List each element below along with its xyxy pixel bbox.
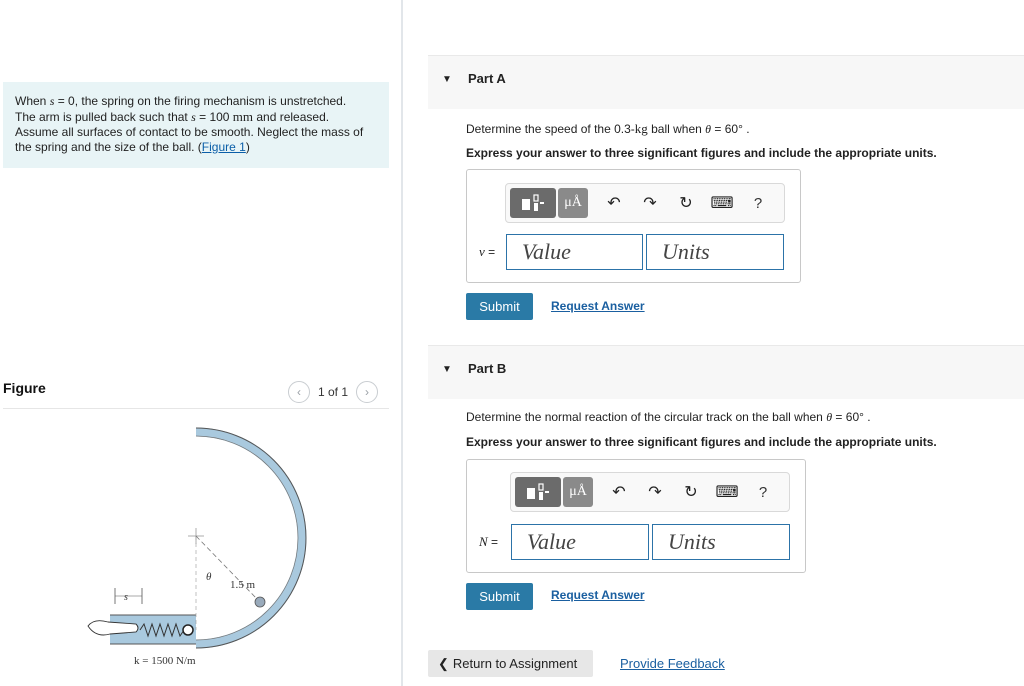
part-title: Part B (468, 361, 507, 376)
circular-track (195, 427, 307, 649)
text: = 100 (195, 110, 233, 124)
reset-icon[interactable]: ↻ (668, 193, 704, 213)
figure-link[interactable]: Figure 1 (202, 140, 246, 154)
variable-label: N = (479, 534, 498, 550)
provide-feedback-link[interactable]: Provide Feedback (620, 656, 725, 671)
part-b-header[interactable]: ▼ Part B (428, 345, 1024, 399)
text: and released. (253, 110, 330, 124)
figure-pager: ‹ 1 of 1 › (288, 381, 379, 403)
return-label: Return to Assignment (452, 656, 578, 671)
chevron-left-icon[interactable]: ‹ (288, 381, 310, 403)
left-pane: When s = 0, the spring on the firing mec… (0, 0, 402, 686)
templates-icon[interactable] (510, 188, 556, 218)
pane-divider (401, 0, 403, 686)
text: = 60° . (711, 122, 750, 136)
keyboard-icon[interactable]: ⌨ (704, 193, 740, 213)
text: The arm is pulled back such that (15, 110, 192, 124)
units-button[interactable]: μÅ (563, 477, 593, 507)
help-button[interactable]: ? (745, 484, 781, 501)
equals: = (487, 535, 499, 549)
return-to-assignment-button[interactable]: ❮ Return to Assignment (428, 650, 593, 677)
units-input[interactable]: Units (646, 234, 784, 270)
track-inner-edge (195, 435, 299, 641)
problem-line-3: Assume all surfaces of contact to be smo… (15, 125, 364, 139)
problem-line-1: When s = 0, the spring on the firing mec… (15, 94, 379, 109)
submit-button[interactable]: Submit (466, 583, 533, 610)
text: Determine the speed of the 0.3- (466, 122, 635, 136)
text: Determine the normal reaction of the cir… (466, 410, 827, 424)
text: When (15, 94, 50, 108)
ball (254, 596, 266, 608)
unit-mm: mm (232, 109, 254, 124)
text: ) (245, 140, 250, 154)
var-n: N (479, 534, 488, 549)
undo-icon[interactable]: ↶ (601, 482, 637, 502)
problem-statement: When s = 0, the spring on the firing mec… (3, 82, 389, 168)
s-label: s (124, 592, 128, 603)
plunger-ball (182, 624, 194, 636)
units-button[interactable]: μÅ (558, 188, 588, 218)
chevron-left-icon: ❮ (438, 655, 449, 671)
value-input[interactable]: Value (511, 524, 649, 560)
templates-icon[interactable] (515, 477, 561, 507)
keyboard-icon[interactable]: ⌨ (709, 482, 745, 502)
divider (3, 408, 389, 409)
spring-constant-label: k = 1500 N/m (134, 655, 196, 667)
chevron-right-icon[interactable]: › (356, 381, 379, 403)
part-b-answer-box: μÅ ↶ ↷ ↻ ⌨ ? N = Value Units (466, 459, 806, 573)
radius-label: 1.5 m (230, 579, 256, 591)
undo-icon[interactable]: ↶ (596, 193, 632, 213)
part-a-header[interactable]: ▼ Part A (428, 55, 1024, 109)
part-a-answer-box: μÅ ↶ ↷ ↻ ⌨ ? v = Value Units (466, 169, 801, 283)
theta-label: θ (206, 571, 212, 583)
equals: = (484, 245, 496, 259)
figure-title: Figure (3, 380, 46, 396)
part-a-instruction: Express your answer to three significant… (466, 146, 937, 160)
redo-icon[interactable]: ↷ (632, 193, 668, 213)
submit-button[interactable]: Submit (466, 293, 533, 320)
part-title: Part A (468, 71, 506, 86)
help-button[interactable]: ? (740, 195, 776, 212)
figure-count: 1 of 1 (318, 385, 349, 399)
text: ball when (647, 122, 706, 136)
part-b-question: Determine the normal reaction of the cir… (466, 410, 871, 425)
part-b-instruction: Express your answer to three significant… (466, 435, 937, 449)
request-answer-link[interactable]: Request Answer (551, 299, 645, 313)
math-toolbar: μÅ ↶ ↷ ↻ ⌨ ? (510, 472, 790, 512)
collapse-triangle-icon[interactable]: ▼ (442, 74, 452, 85)
text: the spring and the size of the ball. ( (15, 140, 202, 154)
text: = 0, the spring on the firing mechanism … (54, 94, 347, 108)
problem-line-2: The arm is pulled back such that s = 100… (15, 109, 379, 125)
units-input[interactable]: Units (652, 524, 790, 560)
figure-diagram: θ 1.5 m s k = 1500 N/m (87, 427, 307, 667)
reset-icon[interactable]: ↻ (673, 482, 709, 502)
redo-icon[interactable]: ↷ (637, 482, 673, 502)
problem-line-4: the spring and the size of the ball. (Fi… (15, 140, 379, 155)
value-input[interactable]: Value (506, 234, 643, 270)
part-a-question: Determine the speed of the 0.3-kg ball w… (466, 121, 750, 137)
request-answer-link[interactable]: Request Answer (551, 588, 645, 602)
variable-label: v = (479, 244, 495, 260)
unit-kg: kg (634, 121, 648, 136)
math-toolbar: μÅ ↶ ↷ ↻ ⌨ ? (505, 183, 785, 223)
text: = 60° . (832, 410, 871, 424)
collapse-triangle-icon[interactable]: ▼ (442, 364, 452, 375)
track-outer-edge (195, 427, 307, 649)
